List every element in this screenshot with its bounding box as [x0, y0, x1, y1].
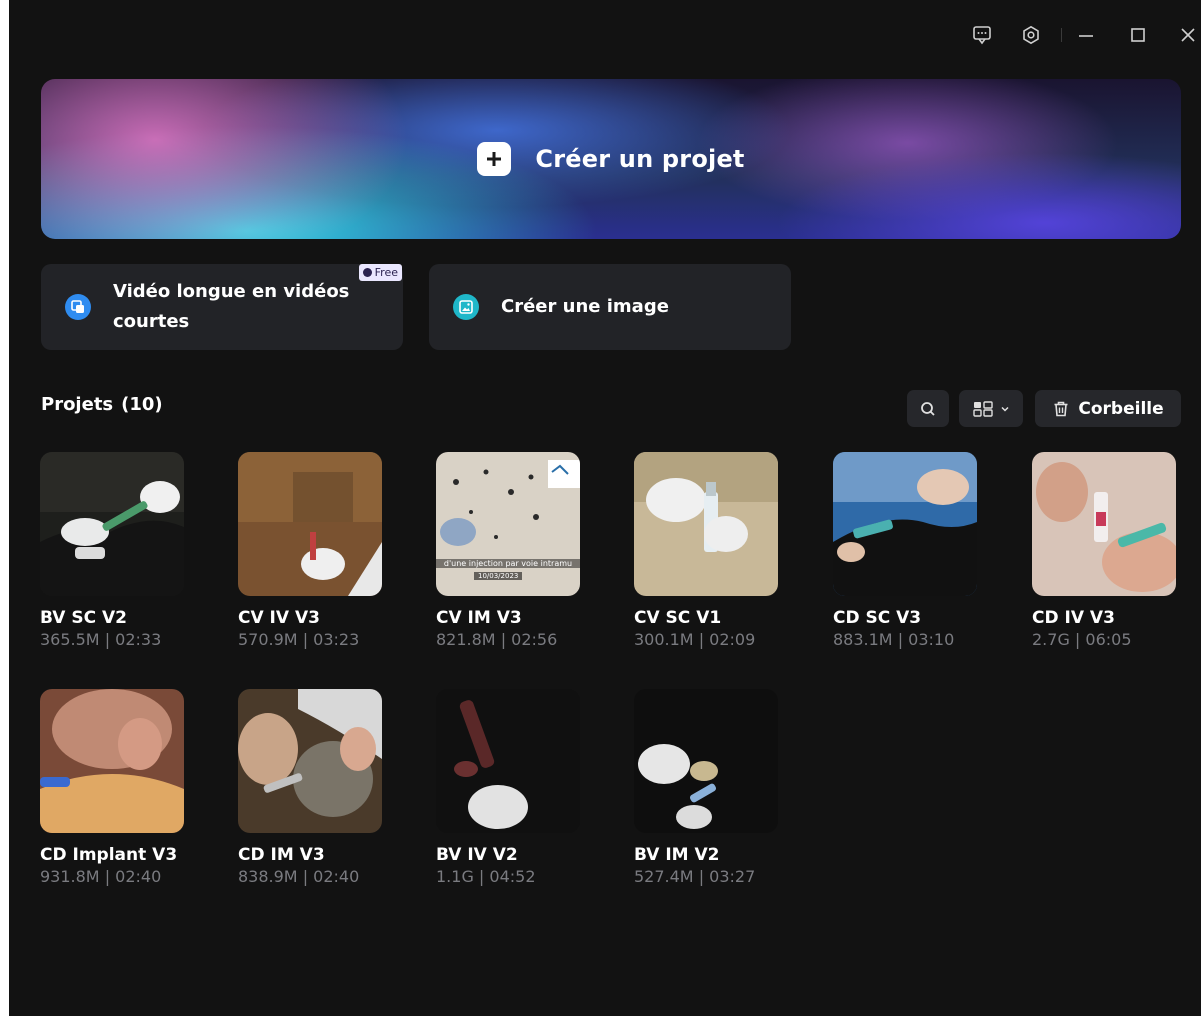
project-card[interactable]: CV IV V3 570.9M | 03:23 — [238, 452, 388, 649]
project-meta: 365.5M | 02:33 — [40, 630, 162, 649]
project-name: CV SC V1 — [634, 608, 722, 628]
project-thumbnail[interactable] — [238, 452, 382, 596]
project-name: CD IM V3 — [238, 845, 325, 865]
project-card[interactable]: BV IV V2 1.1G | 04:52 — [436, 689, 586, 886]
project-card[interactable]: CD IM V3 838.9M | 02:40 — [238, 689, 388, 886]
view-toggle-button[interactable] — [959, 390, 1023, 427]
maximize-icon[interactable] — [1125, 22, 1151, 48]
project-card[interactable]: CD IV V3 2.7G | 06:05 — [1032, 452, 1182, 649]
project-name: BV IV V2 — [436, 845, 518, 865]
create-project-banner[interactable]: Créer un projet — [41, 79, 1181, 239]
settings-icon[interactable] — [1018, 22, 1044, 48]
free-badge: Free — [358, 264, 402, 281]
project-name: CD IV V3 — [1032, 608, 1115, 628]
project-name: CD SC V3 — [833, 608, 922, 628]
project-thumbnail[interactable] — [833, 452, 977, 596]
trash-label: Corbeille — [1078, 398, 1164, 419]
titlebar-separator — [1061, 28, 1062, 42]
project-thumbnail[interactable] — [1032, 452, 1176, 596]
free-badge-icon — [362, 268, 372, 277]
project-card[interactable]: BV IM V2 527.4M | 03:27 — [634, 689, 784, 886]
image-icon — [453, 294, 479, 320]
create-image-label: Créer une image — [501, 296, 669, 317]
project-thumbnail[interactable] — [436, 689, 580, 833]
project-card[interactable]: CD SC V3 883.1M | 03:10 — [833, 452, 983, 649]
minimize-icon[interactable] — [1073, 22, 1099, 48]
long-to-short-video-label: Vidéo longue en vidéos courtes — [113, 281, 350, 332]
project-card[interactable]: d'une injection par voie intramu 10/03/2… — [436, 452, 586, 649]
app-window: Créer un projet Vidéo longue en vidéos c… — [0, 0, 1201, 1016]
search-button[interactable] — [907, 390, 949, 427]
project-card[interactable]: CD Implant V3 931.8M | 02:40 — [40, 689, 190, 886]
projects-title: Projets — [41, 394, 114, 415]
create-image-button[interactable]: Créer une image — [429, 264, 791, 350]
project-thumbnail[interactable]: d'une injection par voie intramu 10/03/2… — [436, 452, 580, 596]
feedback-icon[interactable] — [969, 22, 995, 48]
project-meta: 527.4M | 03:27 — [634, 867, 756, 886]
projects-heading: Projets (10) — [41, 394, 163, 415]
project-card[interactable]: CV SC V1 300.1M | 02:09 — [634, 452, 784, 649]
project-thumbnail[interactable] — [634, 452, 778, 596]
project-name: CV IV V3 — [238, 608, 320, 628]
project-name: CD Implant V3 — [40, 845, 178, 865]
create-project-label: Créer un projet — [535, 145, 745, 173]
close-icon[interactable] — [1175, 22, 1201, 48]
project-meta: 570.9M | 03:23 — [238, 630, 360, 649]
project-thumbnail[interactable] — [40, 689, 184, 833]
project-meta: 300.1M | 02:09 — [634, 630, 756, 649]
window-edge — [0, 0, 9, 1016]
project-meta: 1.1G | 04:52 — [436, 867, 536, 886]
video-split-icon — [65, 294, 91, 320]
plus-icon — [477, 142, 512, 176]
project-name: BV SC V2 — [40, 608, 127, 628]
thumbnail-date: 10/03/2023 — [474, 572, 523, 580]
thumbnail-caption: d'une injection par voie intramu — [436, 559, 580, 568]
projects-count: (10) — [121, 394, 163, 415]
project-meta: 838.9M | 02:40 — [238, 867, 360, 886]
free-badge-label: Free — [374, 266, 398, 279]
project-name: BV IM V2 — [634, 845, 720, 865]
chevron-down-icon — [1001, 406, 1009, 412]
trash-button[interactable]: Corbeille — [1035, 390, 1181, 427]
grid-view-icon — [973, 400, 993, 417]
project-thumbnail[interactable] — [40, 452, 184, 596]
project-meta: 883.1M | 03:10 — [833, 630, 955, 649]
search-icon — [921, 401, 935, 416]
project-thumbnail[interactable] — [238, 689, 382, 833]
project-thumbnail[interactable] — [634, 689, 778, 833]
long-to-short-video-button[interactable]: Vidéo longue en vidéos courtes Free — [41, 264, 403, 350]
trash-icon — [1054, 401, 1068, 416]
project-meta: 931.8M | 02:40 — [40, 867, 162, 886]
project-card[interactable]: BV SC V2 365.5M | 02:33 — [40, 452, 190, 649]
project-meta: 2.7G | 06:05 — [1032, 630, 1132, 649]
project-name: CV IM V3 — [436, 608, 522, 628]
project-meta: 821.8M | 02:56 — [436, 630, 558, 649]
